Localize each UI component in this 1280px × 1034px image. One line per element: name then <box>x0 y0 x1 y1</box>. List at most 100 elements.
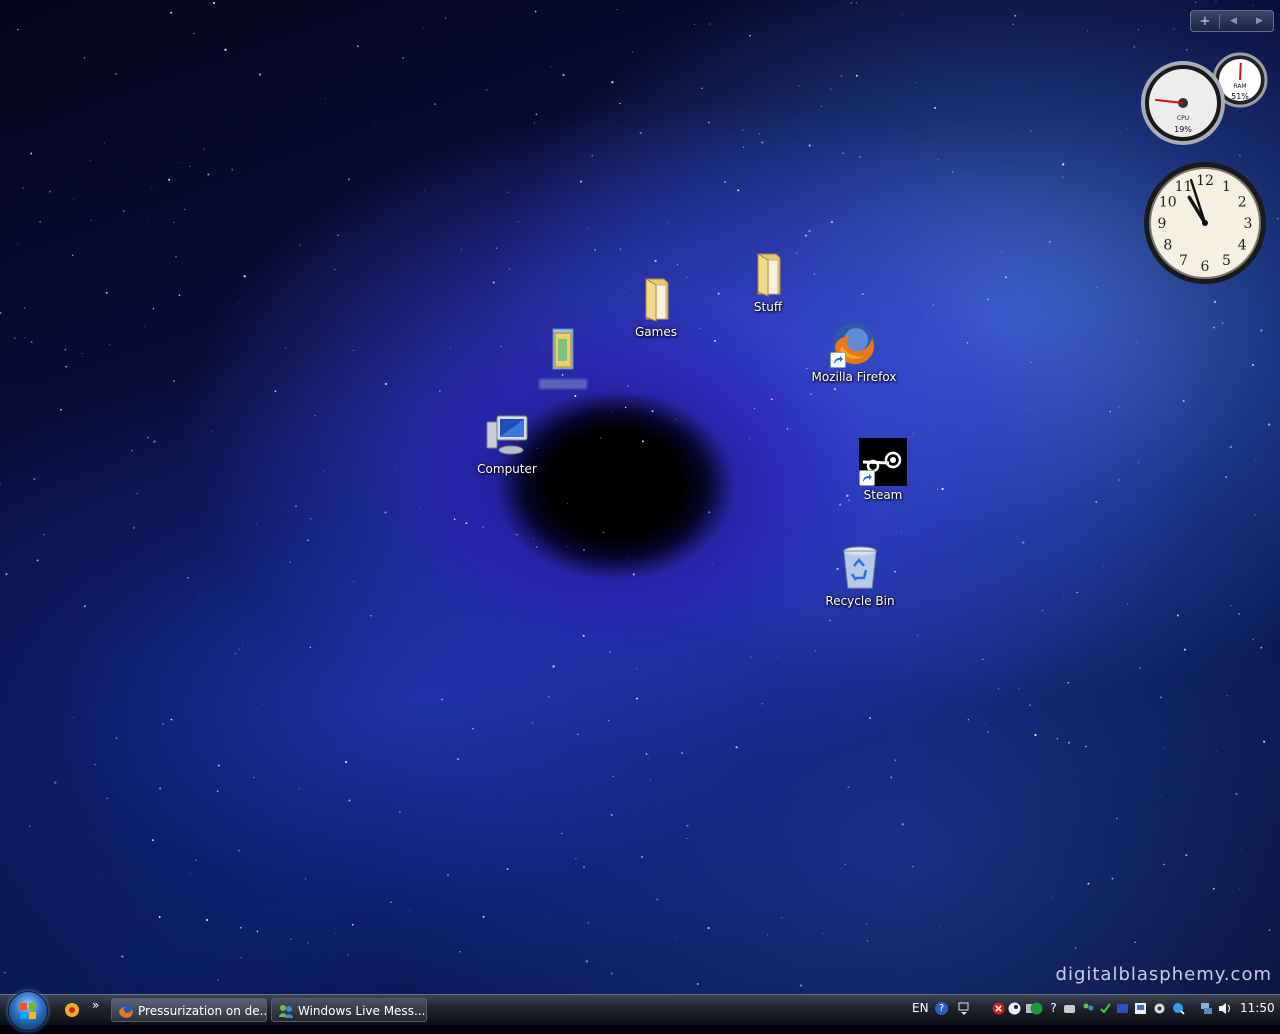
star <box>792 141 794 143</box>
star <box>1240 849 1242 850</box>
display-settings-icon[interactable] <box>1134 1002 1147 1015</box>
task-button-firefox[interactable]: Pressurization on de... <box>111 998 267 1022</box>
star <box>314 415 316 417</box>
sidebar-prev-button[interactable]: ◀ <box>1220 16 1247 26</box>
star <box>1018 730 1020 732</box>
star <box>701 87 703 90</box>
task-button-messenger[interactable]: Windows Live Mess... <box>271 998 427 1022</box>
star <box>840 75 843 77</box>
star <box>861 293 864 296</box>
star <box>624 406 627 409</box>
star <box>253 776 255 778</box>
star <box>1252 638 1254 640</box>
desktop-icon-firefox[interactable]: Mozilla Firefox <box>811 320 897 385</box>
star <box>585 960 588 963</box>
desktop-icon-recycle-bin[interactable]: Recycle Bin <box>817 544 903 609</box>
star <box>151 188 153 190</box>
star <box>94 763 96 766</box>
star <box>23 307 26 309</box>
desktop-icon-steam[interactable]: Steam <box>840 438 926 503</box>
volume-icon[interactable] <box>1218 1002 1231 1015</box>
add-gadget-button[interactable]: + <box>1191 13 1220 29</box>
star <box>1229 445 1233 449</box>
star <box>377 203 379 205</box>
star <box>90 220 92 221</box>
star <box>1235 792 1238 796</box>
language-options-icon[interactable] <box>957 1002 970 1015</box>
star <box>353 581 355 583</box>
star <box>676 263 679 266</box>
desktop-icon-user-folder[interactable] <box>520 325 606 393</box>
star <box>1238 887 1240 889</box>
star <box>60 408 62 411</box>
desktop-icon-computer[interactable]: Computer <box>464 412 550 477</box>
star <box>1260 329 1263 332</box>
star <box>806 367 808 369</box>
star <box>1030 130 1032 132</box>
star <box>256 930 259 933</box>
steam-tray-icon[interactable] <box>1008 1002 1021 1015</box>
star <box>207 173 210 176</box>
user-folder-icon <box>539 325 587 373</box>
star <box>535 113 538 116</box>
star <box>447 874 449 876</box>
clock-number: 6 <box>1201 259 1210 275</box>
task-button-label: Pressurization on de... <box>138 1004 267 1018</box>
desktop-icon-label: Recycle Bin <box>825 594 895 608</box>
security-alert-icon[interactable] <box>992 1002 1005 1015</box>
star <box>808 144 811 147</box>
desktop-icon-stuff[interactable]: Stuff <box>725 250 811 315</box>
star <box>611 411 613 413</box>
desktop-icon-games[interactable]: Games <box>613 275 699 340</box>
clock-time[interactable]: 11:50 <box>1240 1001 1275 1015</box>
star <box>591 154 594 157</box>
star <box>984 722 986 725</box>
sidebar-next-button[interactable]: ▶ <box>1247 16 1272 26</box>
language-indicator[interactable]: EN <box>912 1001 929 1015</box>
graphics-tray-icon[interactable] <box>1116 1002 1129 1015</box>
star <box>1163 863 1165 866</box>
star <box>1062 176 1064 178</box>
star <box>33 478 36 481</box>
cpu-meter-gadget[interactable]: RAM 51% CPU 19% <box>1140 52 1270 148</box>
star <box>808 230 811 233</box>
clock-gadget[interactable]: 12 12 3 45678 9 1011 <box>1142 160 1268 286</box>
star <box>1260 646 1263 649</box>
star <box>609 651 611 653</box>
star <box>594 248 597 251</box>
clock-number: 10 <box>1159 195 1177 211</box>
star <box>341 950 342 952</box>
star <box>146 218 148 220</box>
star <box>336 706 337 707</box>
star <box>89 160 91 161</box>
drive-icon[interactable] <box>1063 1002 1076 1015</box>
network-icon[interactable] <box>1200 1002 1213 1015</box>
star <box>582 634 585 637</box>
star <box>424 189 426 191</box>
star <box>1213 326 1215 329</box>
help-icon[interactable]: ? <box>935 1002 948 1015</box>
help-tray-icon[interactable]: ? <box>1047 1002 1060 1015</box>
webcam-icon[interactable] <box>1153 1002 1166 1015</box>
taskbar: » Pressurization on de... Windows Live M… <box>0 991 1280 1031</box>
update-check-icon[interactable] <box>1099 1002 1112 1015</box>
star <box>531 722 534 724</box>
star <box>234 781 236 783</box>
network-green-icon[interactable] <box>1030 1002 1043 1015</box>
star <box>612 775 614 777</box>
quick-launch-more-button[interactable]: » <box>92 998 99 1012</box>
star <box>608 720 610 722</box>
clock-number: 8 <box>1163 238 1172 254</box>
messenger-quicklaunch-icon[interactable] <box>64 1002 80 1018</box>
star <box>390 901 392 904</box>
star <box>792 98 794 100</box>
start-button[interactable] <box>8 991 48 1031</box>
star <box>1133 46 1136 48</box>
star <box>844 863 846 865</box>
star <box>549 66 551 68</box>
search-tray-icon[interactable] <box>1172 1002 1185 1015</box>
star <box>1215 751 1217 752</box>
messenger-tray-icon[interactable] <box>1082 1002 1095 1015</box>
star <box>16 243 18 245</box>
star <box>143 325 145 327</box>
